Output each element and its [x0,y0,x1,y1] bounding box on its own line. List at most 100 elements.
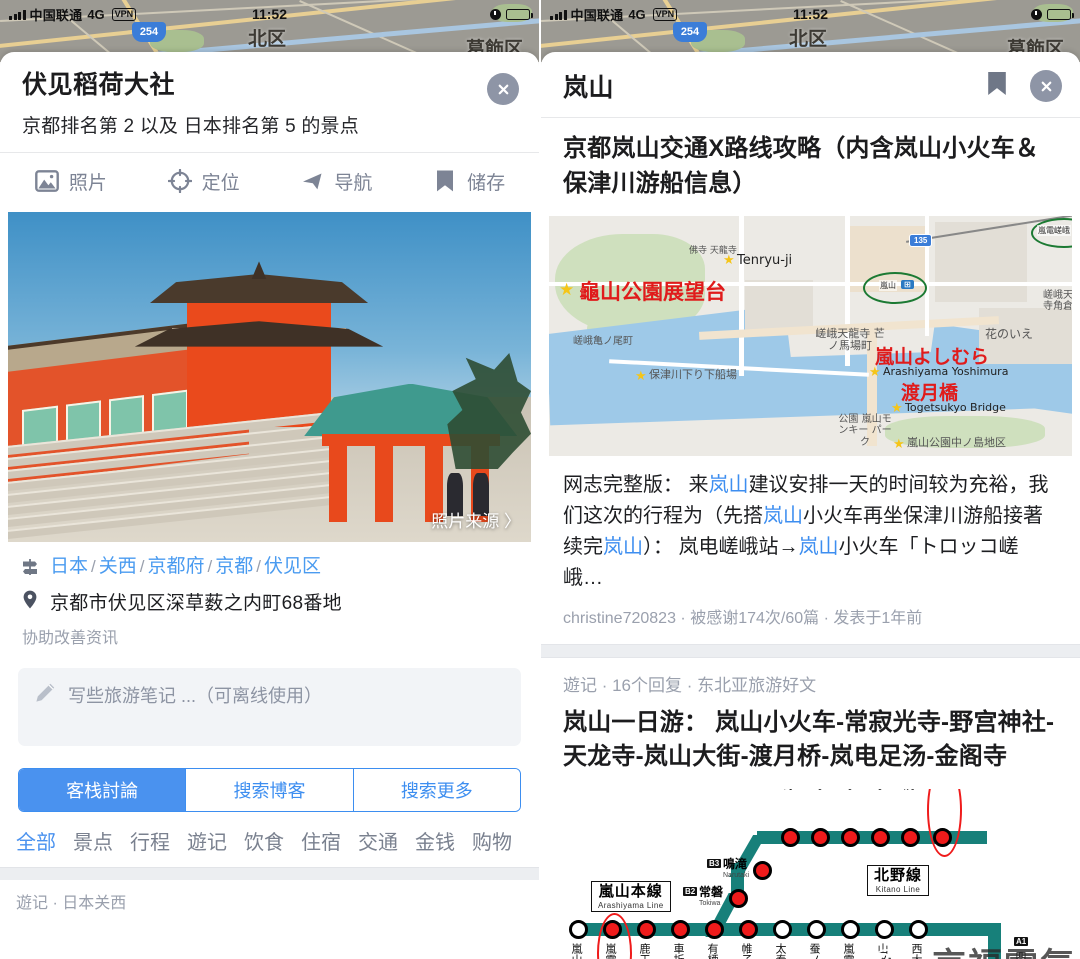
close-button[interactable] [487,73,519,105]
action-photos-label: 照片 [68,172,107,194]
station-yamanouchi[interactable] [875,920,894,940]
section-divider [0,866,539,880]
snippet-link-arashiyama-4[interactable]: 岚山 [799,536,839,558]
map-label-yoshimura-romaji: Arashiyama Yoshimura [883,364,1009,378]
post-snippet-1: 网志完整版： 来岚山建议安排一天的时间较为充裕，我们这次的行程为（先搭岚山小火车… [541,456,1080,594]
filter-tab-attractions[interactable]: 景点 [73,826,113,855]
action-locate-label: 定位 [201,172,240,194]
station-randen-tenjin[interactable] [841,920,860,940]
filter-tab-food[interactable]: 饮食 [244,826,284,855]
photo-icon [34,168,60,194]
station-label-randen-tenjin: 嵐電天神 [842,943,855,959]
breadcrumb-item-2[interactable]: 京都府 [148,556,205,577]
vpn-badge: VPN [111,7,137,21]
station-label-ryoanji: 龍安寺 [872,789,885,790]
station-uzumasa-koryuji[interactable] [773,920,792,940]
bookmark-icon [432,168,458,194]
station-label-myoshinji: 妙心寺 [842,789,855,790]
battery-full-icon [1047,8,1074,20]
breadcrumb-item-4[interactable]: 伏见区 [264,556,321,577]
map-label-saga-kameonocho: 嵯峨亀ノ尾町 [573,335,633,347]
poi-photo[interactable]: 照片来源 〉 [8,212,531,542]
station-kaikonoyashiro[interactable] [807,920,826,940]
improve-info-link[interactable]: 协助改善资讯 [22,624,519,648]
filter-tab-lodging[interactable]: 住宿 [301,826,341,855]
action-photos[interactable]: 照片 [4,168,137,195]
post-title-2[interactable]: 岚山一日游： 岚山小火车-常寂光寺-野宫神社-天龙寺-岚山大街-渡月桥-岚电足汤… [541,696,1080,776]
carrier-label: 中国联通 [570,7,624,23]
snippet-link-arashiyama-2[interactable]: 岚山 [763,505,803,527]
station-rokuoin[interactable] [637,920,656,940]
post-thumbnail-map[interactable]: 135 嵐山 ⊞ 嵐電嵯峨 ★ 佛寺 天龍寺 Tenryu-ji ★ 龜山公園展… [549,215,1072,456]
poi-sheet: 伏见稻荷大社 京都排名第 2 以及 日本排名第 5 的景点 照片 定位 导航 储… [0,52,539,959]
app-root: 北区 葛飾区 254 中国联通 4G VPN 11:52 伏见稻荷大社 京都排名… [0,0,1080,959]
station-badge: ⊞ [901,279,914,289]
station-ryoanji[interactable] [871,828,890,848]
station-label-arisugawa: 有栖川 [706,943,719,959]
breadcrumb-sep: / [139,557,145,576]
station-label-arashiyama: 嵐山 [879,279,897,291]
filter-tab-shopping[interactable]: 购物 [472,826,512,855]
station-utano[interactable] [781,828,800,848]
station-kurumazaki-jinja[interactable] [671,920,690,940]
travel-note-input[interactable]: 写些旅游笔记 ...（可离线使用） [18,667,521,746]
station-arashiyama[interactable] [569,920,588,940]
station-tojiin[interactable] [901,828,920,848]
station-katabiranotsuji[interactable] [739,920,758,940]
header-actions [986,70,1062,102]
station-label-arashiyama: 嵐山 [570,943,583,959]
filter-tab-all[interactable]: 全部 [16,826,56,855]
filter-tab-itinerary[interactable]: 行程 [130,826,170,855]
network-type-label: 4G [87,6,105,22]
breadcrumb-item-1[interactable]: 关西 [99,556,137,577]
station-myoshinji[interactable] [841,828,860,848]
filter-tabs: 全部 景点 行程 遊记 饮食 住宿 交通 金钱 购物 [0,812,539,867]
station-label-katabiranotsuji: 帷子ノ辻 [740,943,753,959]
breadcrumb-item-0[interactable]: 日本 [50,556,88,577]
station-ninnaji[interactable] [811,828,830,848]
breadcrumb-sep: / [207,557,213,576]
filter-tab-travelogue[interactable]: 遊记 [187,826,227,855]
filter-tab-transport[interactable]: 交通 [358,826,398,855]
poi-action-bar: 照片 定位 导航 储存 [0,153,539,209]
station-narutaki[interactable] [753,861,772,881]
poi-info: 日本 / 关西 / 京都府 / 京都 / 伏见区 京都市伏见区深草薮之内町68番地 协助改善资讯 [0,542,539,648]
station-label-utano: 宇多野 [782,789,795,790]
station-arisugawa[interactable] [705,920,724,940]
bookmark-button[interactable] [986,70,1008,102]
status-bar-left: 中国联通 4G VPN 11:52 [0,0,539,28]
line-box-arashiyama: 嵐山本線 Arashiyama Line [591,881,671,912]
close-icon [1041,81,1051,91]
map-label-hananoie: 花のいえ [985,326,1034,341]
station-label-kaikonoyashiro: 蚕ノ社 [808,943,821,959]
breadcrumb-item-3[interactable]: 京都 [215,556,253,577]
location-pin-icon [20,588,39,609]
signal-bars-icon [9,9,26,20]
crosshair-icon [167,168,193,194]
alarm-clock-icon [490,8,501,20]
close-button[interactable] [1030,70,1062,102]
post-title-1[interactable]: 京都岚山交通X路线攻略（内含岚山小火车＆保津川游船信息） [541,118,1080,212]
map-label-saga-tenryuji-sumikura: 嵯峨天龍 寺角倉町 [1043,289,1072,313]
snippet-link-arashiyama-3[interactable]: 岚山 [603,536,643,558]
action-save[interactable]: 储存 [402,168,535,195]
action-navigate[interactable]: 导航 [270,168,403,195]
station-nishioji-sanjo[interactable] [909,920,928,940]
segment-inn-discussion[interactable]: 客栈討論 [19,768,187,811]
action-locate[interactable]: 定位 [137,168,270,195]
star-icon-yoshimura: ★ [869,363,881,379]
transit-route-map[interactable]: 嵐山 嵐電嵯峨 鹿王院 車折神社 有栖川 帷子ノ辻 太秦広隆 蚕ノ社 嵐電天神 … [541,789,1080,959]
breadcrumb-links: 日本 / 关西 / 京都府 / 京都 / 伏见区 [50,556,321,579]
filter-tab-money[interactable]: 金钱 [415,826,455,855]
segment-search-blogs[interactable]: 搜索博客 [186,768,354,811]
photo-credit-link[interactable]: 照片来源 〉 [431,507,521,532]
station-code-b2: B2 [683,887,698,897]
bookmark-icon [988,71,1006,95]
station-tokiwa[interactable] [729,889,748,909]
vpn-badge: VPN [652,7,678,21]
network-type-label: 4G [628,6,646,22]
result-category-label: 遊记 · 日本关西 [16,894,127,912]
segment-search-more[interactable]: 搜索更多 [353,768,520,811]
station-label-ninnaji: 仁和寺 [812,789,825,790]
snippet-link-arashiyama-1[interactable]: 岚山 [709,474,749,496]
